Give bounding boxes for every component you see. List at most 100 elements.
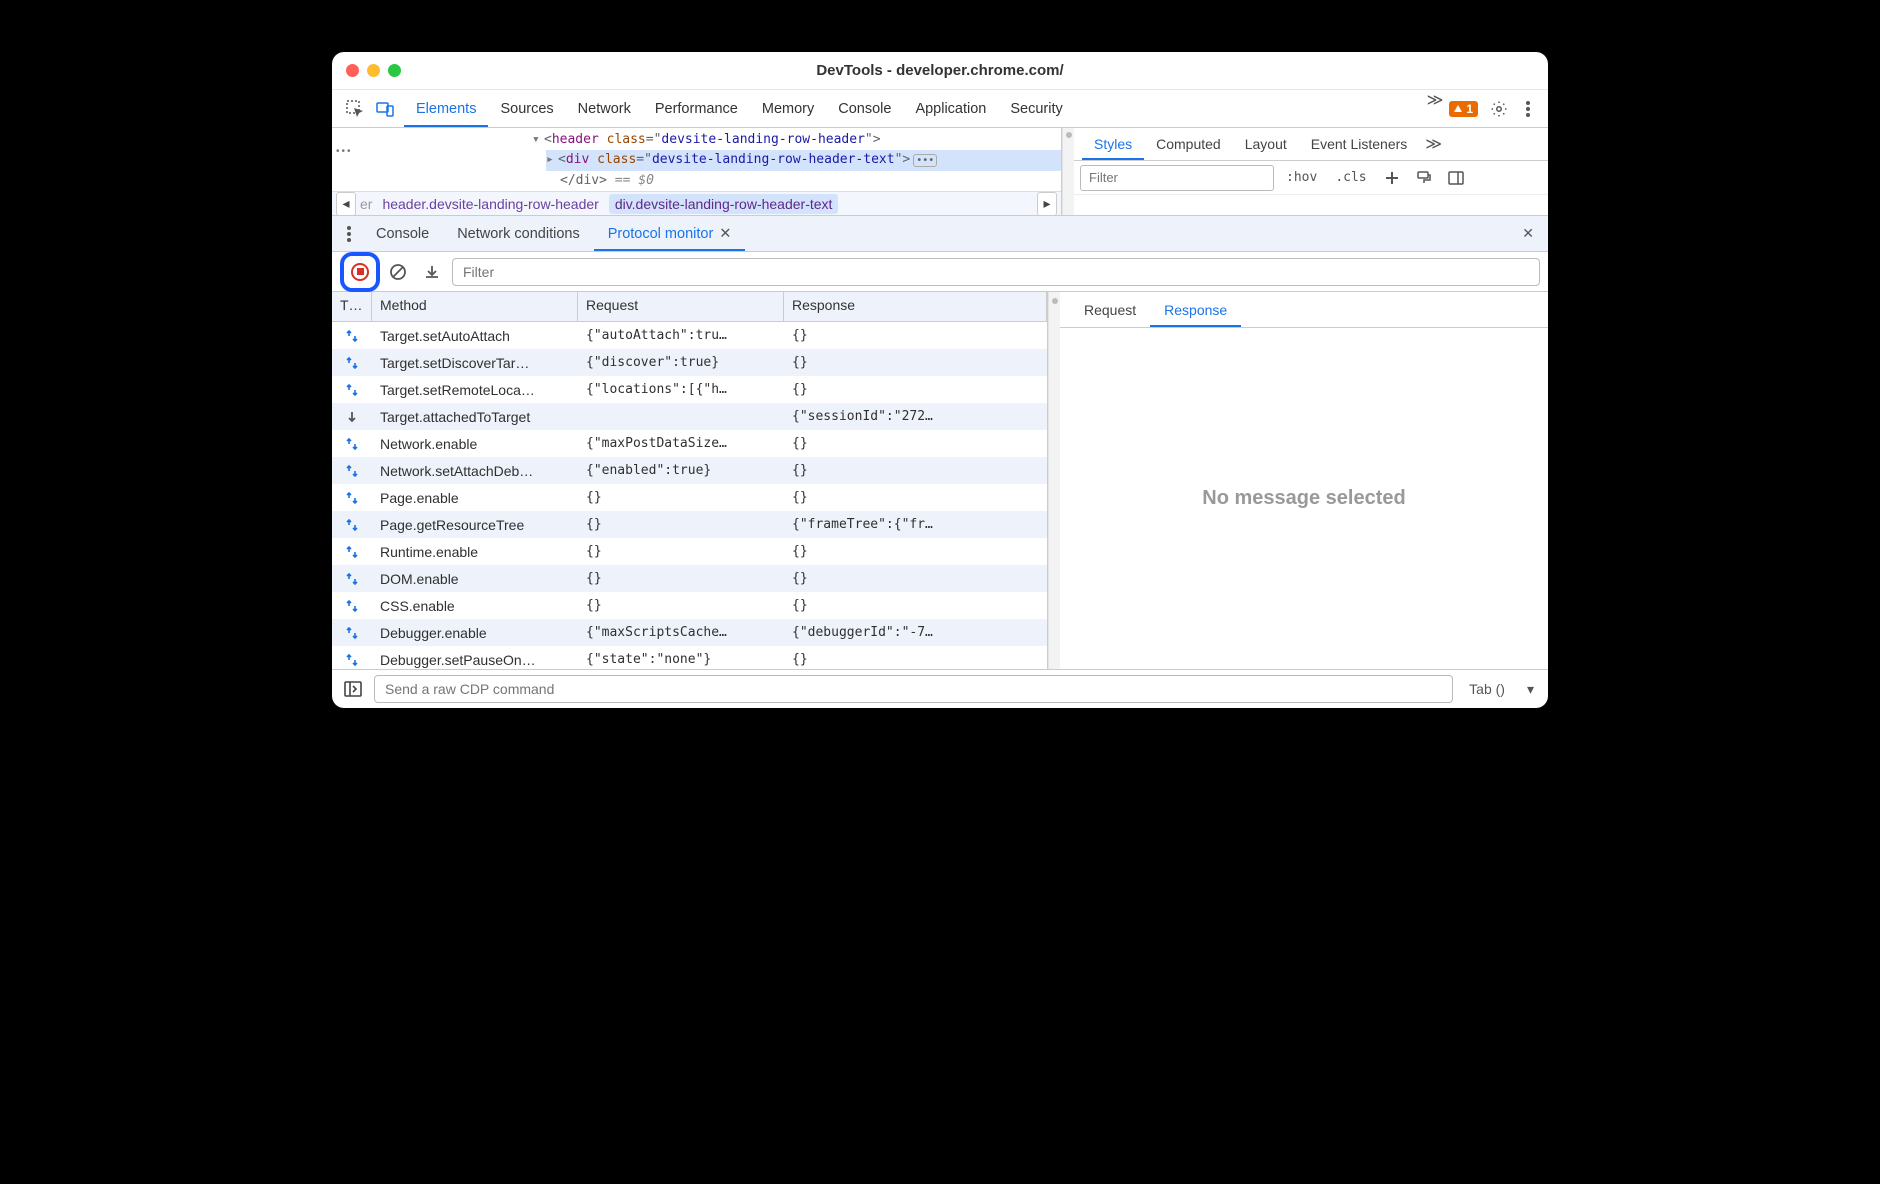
table-row[interactable]: Debugger.setPauseOn…{"state":"none"}{} — [332, 646, 1047, 669]
protocol-filter-input[interactable] — [452, 258, 1540, 286]
inspect-element-icon[interactable] — [340, 90, 370, 127]
breadcrumb-item[interactable]: header.devsite-landing-row-header — [376, 196, 604, 212]
col-response[interactable]: Response — [784, 292, 1047, 321]
styles-filter-input[interactable] — [1080, 165, 1274, 191]
cell-request: {} — [578, 571, 784, 586]
tab-elements[interactable]: Elements — [404, 90, 488, 127]
toggle-sidebar-icon[interactable] — [1443, 165, 1469, 191]
new-style-rule-icon[interactable] — [1379, 165, 1405, 191]
table-row[interactable]: Runtime.enable{}{} — [332, 538, 1047, 565]
device-toolbar-icon[interactable] — [370, 90, 400, 127]
protocol-detail-tabs: Request Response — [1060, 292, 1548, 328]
col-request[interactable]: Request — [578, 292, 784, 321]
detail-tab-request[interactable]: Request — [1070, 292, 1150, 327]
table-row[interactable]: Page.enable{}{} — [332, 484, 1047, 511]
cls-toggle[interactable]: .cls — [1329, 170, 1372, 185]
cell-request: {} — [578, 598, 784, 613]
table-row[interactable]: Target.setAutoAttach{"autoAttach":tru…{} — [332, 322, 1047, 349]
tab-sources[interactable]: Sources — [488, 90, 565, 127]
attr-class: class — [597, 152, 636, 167]
cell-method: Network.enable — [372, 436, 578, 452]
window-title: DevTools - developer.chrome.com/ — [332, 62, 1548, 79]
cell-method: DOM.enable — [372, 571, 578, 587]
close-tab-icon[interactable]: ✕ — [719, 226, 731, 242]
tab-memory[interactable]: Memory — [750, 90, 826, 127]
tab-styles[interactable]: Styles — [1082, 128, 1144, 160]
bidirectional-icon — [332, 383, 372, 397]
cell-response: {} — [784, 598, 1047, 613]
drawer-tab-network-conditions[interactable]: Network conditions — [443, 216, 594, 251]
record-button-highlight — [340, 252, 380, 292]
col-method[interactable]: Method — [372, 292, 578, 321]
tab-event-listeners[interactable]: Event Listeners — [1299, 128, 1420, 160]
cell-request: {"locations":[{"h… — [578, 382, 784, 397]
table-row[interactable]: Debugger.enable{"maxScriptsCache…{"debug… — [332, 619, 1047, 646]
cell-response: {} — [784, 436, 1047, 451]
bidirectional-icon — [332, 653, 372, 667]
chevron-down-icon[interactable]: ▾ — [1521, 681, 1540, 698]
cell-method: Target.attachedToTarget — [372, 409, 578, 425]
breadcrumb-item-selected[interactable]: div.devsite-landing-row-header-text — [609, 194, 839, 214]
cell-response: {} — [784, 382, 1047, 397]
cell-response: {} — [784, 571, 1047, 586]
cell-method: Debugger.enable — [372, 625, 578, 641]
protocol-table-scrollbar[interactable] — [1048, 292, 1060, 669]
tab-computed[interactable]: Computed — [1144, 128, 1233, 160]
cdp-target-selector[interactable]: Tab () — [1461, 681, 1513, 697]
paint-icon[interactable] — [1411, 165, 1437, 191]
drawer-more-icon[interactable] — [336, 216, 362, 251]
table-row[interactable]: Target.attachedToTarget{"sessionId":"272… — [332, 403, 1047, 430]
devtools-window: DevTools - developer.chrome.com/ Element… — [332, 52, 1548, 708]
close-window-button[interactable] — [346, 64, 359, 77]
col-type[interactable]: T… — [332, 292, 372, 321]
issues-badge[interactable]: 1 — [1449, 101, 1478, 117]
table-row[interactable]: Target.setDiscoverTar…{"discover":true}{… — [332, 349, 1047, 376]
save-icon[interactable] — [418, 263, 446, 281]
table-row[interactable]: Page.getResourceTree{}{"frameTree":{"fr… — [332, 511, 1047, 538]
cell-response: {} — [784, 355, 1047, 370]
bidirectional-icon — [332, 491, 372, 505]
cell-response: {} — [784, 544, 1047, 559]
tab-performance[interactable]: Performance — [643, 90, 750, 127]
styles-tabs-overflow-icon[interactable]: ≫ — [1419, 128, 1448, 160]
tab-security[interactable]: Security — [998, 90, 1074, 127]
tab-application[interactable]: Application — [903, 90, 998, 127]
bidirectional-icon — [332, 518, 372, 532]
tab-console[interactable]: Console — [826, 90, 903, 127]
more-icon[interactable] — [1520, 101, 1536, 117]
cdp-command-input[interactable] — [374, 675, 1453, 703]
minimize-window-button[interactable] — [367, 64, 380, 77]
dom-scrollbar[interactable] — [1062, 128, 1074, 215]
hov-toggle[interactable]: :hov — [1280, 170, 1323, 185]
settings-icon[interactable] — [1484, 100, 1514, 118]
table-row[interactable]: CSS.enable{}{} — [332, 592, 1047, 619]
cell-method: Target.setRemoteLoca… — [372, 382, 578, 398]
tab-layout[interactable]: Layout — [1233, 128, 1299, 160]
table-row[interactable]: Target.setRemoteLoca…{"locations":[{"h…{… — [332, 376, 1047, 403]
cell-method: CSS.enable — [372, 598, 578, 614]
record-button[interactable] — [351, 263, 369, 281]
maximize-window-button[interactable] — [388, 64, 401, 77]
clear-icon[interactable] — [384, 263, 412, 281]
close-drawer-icon[interactable]: ✕ — [1512, 216, 1544, 251]
breadcrumb-right-button[interactable]: ▸ — [1037, 192, 1057, 216]
tab-network[interactable]: Network — [566, 90, 643, 127]
table-row[interactable]: Network.setAttachDeb…{"enabled":true}{} — [332, 457, 1047, 484]
expand-panel-icon[interactable] — [340, 680, 366, 698]
tabs-overflow-icon[interactable]: ≫ — [1421, 90, 1450, 127]
cell-method: Page.enable — [372, 490, 578, 506]
elements-panel: ••• ▾<header class="devsite-landing-row-… — [332, 128, 1548, 216]
detail-tab-response[interactable]: Response — [1150, 292, 1241, 327]
bidirectional-icon — [332, 626, 372, 640]
table-row[interactable]: Network.enable{"maxPostDataSize…{} — [332, 430, 1047, 457]
main-toolbar: ElementsSourcesNetworkPerformanceMemoryC… — [332, 90, 1548, 128]
table-row[interactable]: DOM.enable{}{} — [332, 565, 1047, 592]
protocol-detail-pane: Request Response No message selected — [1060, 292, 1548, 669]
window-controls — [346, 64, 401, 77]
drawer-tab-protocol-monitor[interactable]: Protocol monitor ✕ — [594, 216, 746, 251]
drawer-tab-console[interactable]: Console — [362, 216, 443, 251]
dom-tree[interactable]: ▾<header class="devsite-landing-row-head… — [332, 128, 1061, 191]
breadcrumb-left-button[interactable]: ◂ — [336, 192, 356, 216]
protocol-rows: Target.setAutoAttach{"autoAttach":tru…{}… — [332, 322, 1047, 669]
dom-selected-marker: == $0 — [607, 173, 654, 188]
